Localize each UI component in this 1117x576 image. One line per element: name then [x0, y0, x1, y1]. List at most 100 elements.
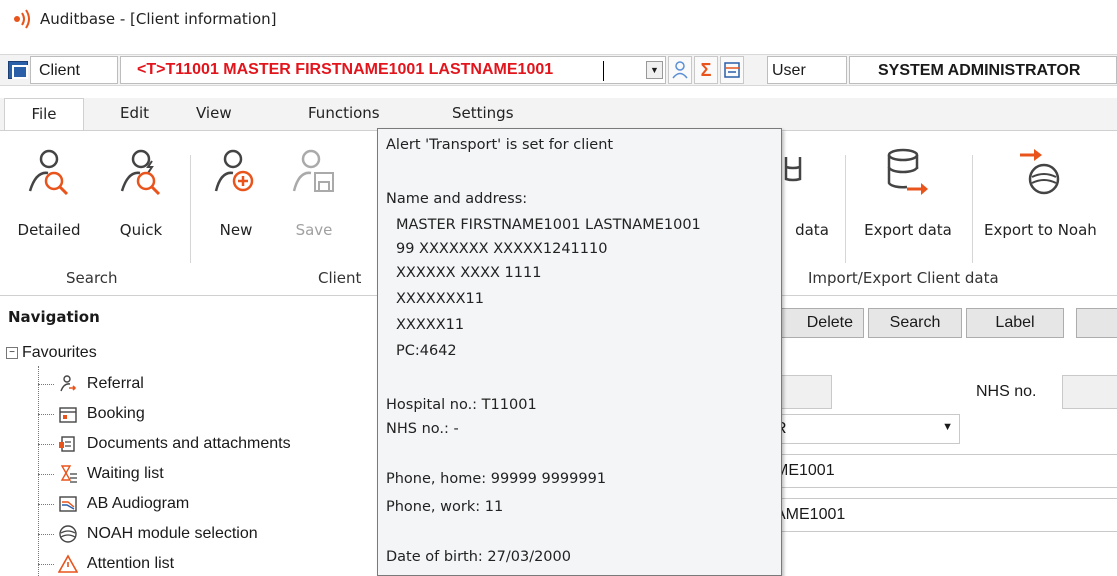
- import-data-button[interactable]: data: [782, 141, 842, 241]
- tree-item-waiting-list[interactable]: Waiting list: [38, 464, 164, 490]
- tree-item-label: Documents and attachments: [86, 435, 291, 452]
- save-client-button[interactable]: Save: [274, 141, 354, 241]
- client-bar: Client <T>T11001 MASTER FIRSTNAME1001 LA…: [0, 54, 1117, 86]
- sum-button[interactable]: Σ: [694, 56, 718, 84]
- collapse-icon[interactable]: −: [6, 346, 18, 359]
- document-icon: [59, 436, 76, 452]
- group-label-import-export: Import/Export Client data: [808, 269, 999, 287]
- extra-button[interactable]: [1076, 308, 1117, 338]
- tree-node-favourites[interactable]: − Favourites: [6, 344, 97, 362]
- last-name-field[interactable]: AME1001: [770, 498, 1117, 532]
- export-data-button[interactable]: Export data: [846, 141, 970, 241]
- group-label-search: Search: [66, 269, 118, 287]
- search-button[interactable]: Search: [868, 308, 962, 338]
- detailed-label: Detailed: [17, 221, 81, 239]
- text-cursor: [603, 61, 604, 81]
- form-button[interactable]: [720, 56, 744, 84]
- label-button[interactable]: Label: [966, 308, 1064, 338]
- first-name-value: ME1001: [775, 462, 835, 479]
- user-value: SYSTEM ADMINISTRATOR: [849, 56, 1117, 84]
- last-name-value: AME1001: [775, 506, 846, 523]
- tree-item-label: Waiting list: [86, 465, 164, 482]
- person-search-icon: [28, 149, 69, 195]
- person-icon: [672, 61, 688, 79]
- person-add-icon: [214, 149, 254, 192]
- tab-view[interactable]: View: [196, 104, 232, 122]
- tree-item-booking[interactable]: Booking: [38, 404, 145, 430]
- user-label: User: [767, 56, 847, 84]
- database-import-icon: [784, 157, 802, 182]
- client-window-icon[interactable]: [8, 61, 28, 79]
- navigation-tree: − Favourites Referral Booking Documents a…: [0, 336, 380, 576]
- tree-node-label: Favourites: [22, 344, 97, 361]
- noah-icon: [59, 525, 78, 543]
- calendar-icon: [59, 407, 78, 423]
- client-info-tooltip: Alert 'Transport' is set for client Name…: [377, 128, 782, 576]
- export-to-noah-button[interactable]: Export to Noah: [976, 141, 1117, 241]
- tab-file[interactable]: File: [4, 98, 84, 132]
- tree-item-noah-module[interactable]: NOAH module selection: [38, 524, 258, 550]
- title-select[interactable]: R ▼: [770, 414, 960, 444]
- warning-icon: [58, 554, 79, 573]
- detailed-search-button[interactable]: Detailed: [0, 141, 98, 241]
- tooltip-address-line: XXXXXX XXXX 1111: [396, 265, 542, 281]
- audiogram-icon: [59, 496, 78, 512]
- tooltip-phone-work: Phone, work: 11: [386, 499, 504, 515]
- tooltip-hospital-no: Hospital no.: T11001: [386, 397, 537, 413]
- export-noah-label: Export to Noah: [984, 221, 1097, 239]
- tree-item-referral[interactable]: Referral: [38, 374, 144, 400]
- export-data-label: Export data: [864, 221, 952, 239]
- tab-edit[interactable]: Edit: [120, 104, 149, 122]
- chevron-down-icon[interactable]: ▼: [942, 421, 953, 433]
- title-bar: Auditbase - [Client information]: [0, 0, 1117, 40]
- tab-functions[interactable]: Functions: [308, 104, 380, 122]
- tree-item-label: Attention list: [86, 555, 175, 572]
- noah-export-icon: [1020, 149, 1060, 195]
- client-select[interactable]: <T>T11001 MASTER FIRSTNAME1001 LASTNAME1…: [120, 56, 666, 84]
- tree-item-label: Referral: [86, 375, 144, 392]
- sigma-icon: Σ: [700, 60, 712, 80]
- ribbon-separator: [190, 155, 191, 263]
- import-data-label: data: [795, 221, 829, 239]
- quick-search-button[interactable]: Quick: [102, 141, 180, 241]
- tab-settings[interactable]: Settings: [452, 104, 514, 122]
- tooltip-phone-home: Phone, home: 99999 9999991: [386, 471, 607, 487]
- tooltip-address-line: XXXXXXX11: [396, 291, 484, 307]
- tree-item-label: AB Audiogram: [86, 495, 190, 512]
- chevron-down-icon[interactable]: ▼: [646, 61, 663, 79]
- client-select-value: <T>T11001 MASTER FIRSTNAME1001 LASTNAME1…: [137, 61, 554, 78]
- first-name-field[interactable]: ME1001: [770, 454, 1117, 488]
- new-label: New: [219, 221, 253, 239]
- quick-label: Quick: [119, 221, 163, 239]
- tree-item-documents[interactable]: Documents and attachments: [38, 434, 291, 460]
- tooltip-nhs-no: NHS no.: -: [386, 421, 459, 437]
- tooltip-address-line: 99 XXXXXXX XXXXX1241110: [396, 241, 608, 257]
- tree-item-label: NOAH module selection: [86, 525, 258, 542]
- tree-item-label: Booking: [86, 405, 145, 422]
- ribbon-separator: [972, 155, 973, 263]
- tooltip-address-header: Name and address:: [386, 191, 528, 207]
- tooltip-address-line: MASTER FIRSTNAME1001 LASTNAME1001: [396, 217, 701, 233]
- navigation-title: Navigation: [8, 308, 100, 326]
- tooltip-alert: Alert 'Transport' is set for client: [386, 137, 614, 153]
- referral-icon: [60, 375, 77, 392]
- window-title: Auditbase - [Client information]: [40, 10, 277, 28]
- nhs-label: NHS no.: [976, 383, 1037, 400]
- form-icon: [724, 62, 740, 78]
- tooltip-address-line: XXXXX11: [396, 317, 465, 333]
- broadcast-icon: [14, 9, 30, 29]
- delete-button[interactable]: Delete: [770, 308, 864, 338]
- ribbon-tabs: File Edit View Functions Settings: [0, 98, 1117, 132]
- database-export-icon: [887, 148, 928, 195]
- waiting-list-icon: [61, 465, 78, 483]
- person-quick-search-icon: [120, 149, 161, 195]
- group-label-client: Client: [318, 269, 362, 287]
- person-save-icon: [292, 149, 334, 192]
- tree-item-ab-audiogram[interactable]: AB Audiogram: [38, 494, 189, 520]
- save-label: Save: [295, 221, 333, 239]
- person-search-button[interactable]: [668, 56, 692, 84]
- tooltip-address-line: PC:4642: [396, 343, 457, 359]
- tree-item-attention-list[interactable]: Attention list: [38, 554, 174, 576]
- nhs-field[interactable]: [1062, 375, 1117, 409]
- new-client-button[interactable]: New: [200, 141, 272, 241]
